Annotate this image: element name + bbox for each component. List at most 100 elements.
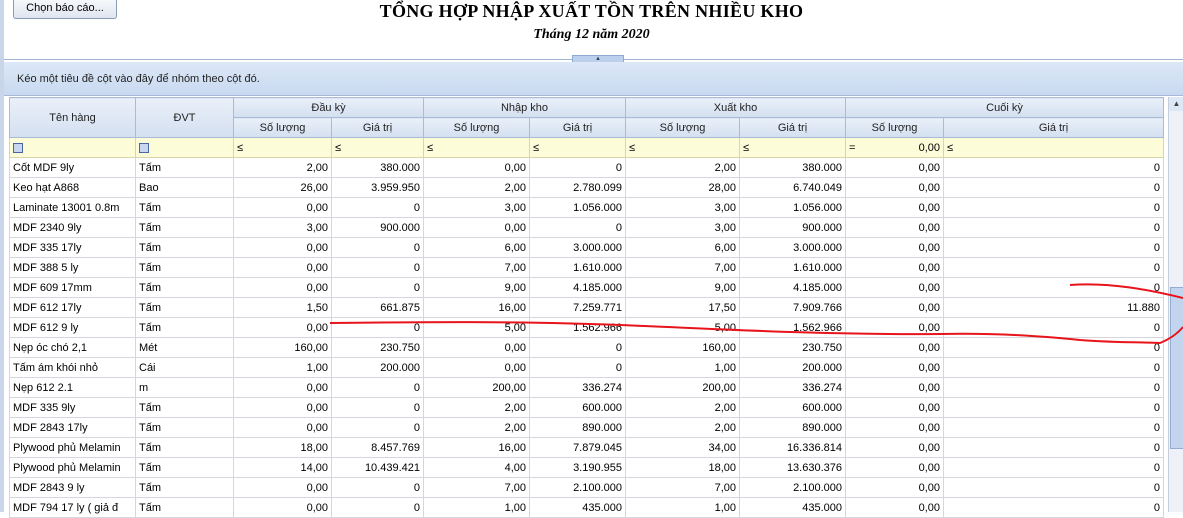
cell-ten-hang[interactable]: MDF 609 17mm: [9, 277, 136, 298]
table-row[interactable]: Nẹp 612 2.1 m 0,00 0 200,00 336.274 200,00 336.…: [9, 377, 1164, 398]
cell-dau-ky-so-luong[interactable]: 26,00: [233, 177, 332, 198]
cell-dau-ky-so-luong[interactable]: 14,00: [233, 457, 332, 478]
cell-xuat-kho-gia-tri[interactable]: 2.100.000: [739, 477, 846, 498]
cell-dau-ky-gia-tri[interactable]: 0: [331, 197, 424, 218]
filter-cell[interactable]: ≤: [739, 137, 846, 158]
cell-nhap-kho-gia-tri[interactable]: 0: [529, 157, 626, 178]
table-row[interactable]: Keo hạt A868 Bao 26,00 3.959.950 2,00 2.780.0…: [9, 177, 1164, 198]
cell-dau-ky-so-luong[interactable]: 0,00: [233, 477, 332, 498]
vertical-scrollbar[interactable]: ▲: [1168, 97, 1183, 512]
cell-xuat-kho-so-luong[interactable]: 3,00: [625, 217, 740, 238]
cell-nhap-kho-gia-tri[interactable]: 0: [529, 217, 626, 238]
cell-nhap-kho-so-luong[interactable]: 0,00: [423, 157, 530, 178]
cell-nhap-kho-gia-tri[interactable]: 435.000: [529, 497, 626, 518]
cell-xuat-kho-gia-tri[interactable]: 1.610.000: [739, 257, 846, 278]
cell-dau-ky-gia-tri[interactable]: 380.000: [331, 157, 424, 178]
table-row[interactable]: Laminate 13001 0.8m Tấm 0,00 0 3,00 1.056.000…: [9, 197, 1164, 218]
cell-cuoi-ky-gia-tri[interactable]: 0: [943, 377, 1164, 398]
cell-nhap-kho-gia-tri[interactable]: 0: [529, 357, 626, 378]
cell-xuat-kho-gia-tri[interactable]: 336.274: [739, 377, 846, 398]
cell-xuat-kho-gia-tri[interactable]: 435.000: [739, 497, 846, 518]
cell-nhap-kho-gia-tri[interactable]: 2.780.099: [529, 177, 626, 198]
col-header-ten-hang[interactable]: Tên hàng: [9, 97, 136, 138]
cell-cuoi-ky-gia-tri[interactable]: 0: [943, 457, 1164, 478]
cell-nhap-kho-gia-tri[interactable]: 1.610.000: [529, 257, 626, 278]
filter-cell[interactable]: ≤: [233, 137, 332, 158]
cell-cuoi-ky-gia-tri[interactable]: 0: [943, 417, 1164, 438]
filter-operator[interactable]: ≤: [533, 142, 539, 154]
filter-operator[interactable]: ≤: [743, 142, 749, 154]
cell-dau-ky-gia-tri[interactable]: 900.000: [331, 217, 424, 238]
cell-xuat-kho-so-luong[interactable]: 2,00: [625, 417, 740, 438]
col-header-gia-tri[interactable]: Giá trị: [739, 117, 846, 138]
table-row[interactable]: Plywood phủ Melamin Tấm 18,00 8.457.769 16,0…: [9, 437, 1164, 458]
filter-value[interactable]: 0,00: [919, 142, 940, 154]
col-header-so-luong[interactable]: Số lượng: [423, 117, 530, 138]
cell-nhap-kho-gia-tri[interactable]: 4.185.000: [529, 277, 626, 298]
cell-cuoi-ky-so-luong[interactable]: 0,00: [845, 497, 944, 518]
cell-dau-ky-gia-tri[interactable]: 0: [331, 497, 424, 518]
cell-dau-ky-gia-tri[interactable]: 0: [331, 317, 424, 338]
cell-ten-hang[interactable]: Tấm ám khói nhỏ: [9, 357, 136, 378]
cell-xuat-kho-so-luong[interactable]: 34,00: [625, 437, 740, 458]
col-header-so-luong[interactable]: Số lượng: [845, 117, 944, 138]
cell-xuat-kho-gia-tri[interactable]: 13.630.376: [739, 457, 846, 478]
cell-nhap-kho-gia-tri[interactable]: 0: [529, 337, 626, 358]
cell-dvt[interactable]: Bao: [135, 177, 234, 198]
cell-xuat-kho-gia-tri[interactable]: 230.750: [739, 337, 846, 358]
band-header-cuoi-ky[interactable]: Cuối kỳ: [845, 97, 1164, 118]
cell-cuoi-ky-gia-tri[interactable]: 0: [943, 217, 1164, 238]
cell-xuat-kho-so-luong[interactable]: 7,00: [625, 477, 740, 498]
cell-xuat-kho-so-luong[interactable]: 1,00: [625, 357, 740, 378]
cell-dau-ky-gia-tri[interactable]: 0: [331, 277, 424, 298]
filter-operator[interactable]: =: [849, 142, 855, 154]
cell-xuat-kho-gia-tri[interactable]: 7.909.766: [739, 297, 846, 318]
filter-operator[interactable]: ≤: [947, 142, 953, 154]
cell-cuoi-ky-gia-tri[interactable]: 0: [943, 197, 1164, 218]
cell-xuat-kho-so-luong[interactable]: 7,00: [625, 257, 740, 278]
table-row[interactable]: Tấm ám khói nhỏ Cái 1,00 200.000 0,00 0 1,00 20…: [9, 357, 1164, 378]
col-header-so-luong[interactable]: Số lượng: [233, 117, 332, 138]
cell-cuoi-ky-so-luong[interactable]: 0,00: [845, 477, 944, 498]
cell-nhap-kho-gia-tri[interactable]: 3.190.955: [529, 457, 626, 478]
cell-nhap-kho-gia-tri[interactable]: 1.562.966: [529, 317, 626, 338]
cell-cuoi-ky-gia-tri[interactable]: 0: [943, 257, 1164, 278]
cell-nhap-kho-so-luong[interactable]: 16,00: [423, 297, 530, 318]
cell-dau-ky-so-luong[interactable]: 2,00: [233, 157, 332, 178]
cell-cuoi-ky-gia-tri[interactable]: 0: [943, 237, 1164, 258]
table-row[interactable]: MDF 612 9 ly Tấm 0,00 0 5,00 1.562.966 5,00 1.5…: [9, 317, 1164, 338]
cell-nhap-kho-so-luong[interactable]: 2,00: [423, 397, 530, 418]
filter-operator[interactable]: ≤: [237, 142, 243, 154]
scroll-up-arrow-icon[interactable]: ▲: [1169, 97, 1183, 111]
cell-xuat-kho-so-luong[interactable]: 160,00: [625, 337, 740, 358]
cell-ten-hang[interactable]: MDF 794 17 ly ( giả đ: [9, 497, 136, 518]
cell-nhap-kho-gia-tri[interactable]: 7.259.771: [529, 297, 626, 318]
cell-dau-ky-so-luong[interactable]: 0,00: [233, 417, 332, 438]
table-row[interactable]: Cốt MDF 9ly Tấm 2,00 380.000 0,00 0 2,00 380.00…: [9, 157, 1164, 178]
cell-nhap-kho-so-luong[interactable]: 0,00: [423, 357, 530, 378]
cell-nhap-kho-so-luong[interactable]: 9,00: [423, 277, 530, 298]
cell-dvt[interactable]: Tấm: [135, 217, 234, 238]
cell-dau-ky-so-luong[interactable]: 0,00: [233, 237, 332, 258]
table-row[interactable]: MDF 2340 9ly Tấm 3,00 900.000 0,00 0 3,00 900.0…: [9, 217, 1164, 238]
cell-nhap-kho-gia-tri[interactable]: 600.000: [529, 397, 626, 418]
cell-dvt[interactable]: Tấm: [135, 437, 234, 458]
cell-dvt[interactable]: Tấm: [135, 397, 234, 418]
table-row[interactable]: MDF 335 9ly Tấm 0,00 0 2,00 600.000 2,00 600.00…: [9, 397, 1164, 418]
cell-dau-ky-so-luong[interactable]: 0,00: [233, 377, 332, 398]
cell-cuoi-ky-so-luong[interactable]: 0,00: [845, 217, 944, 238]
cell-cuoi-ky-gia-tri[interactable]: 0: [943, 337, 1164, 358]
cell-dau-ky-gia-tri[interactable]: 3.959.950: [331, 177, 424, 198]
cell-dau-ky-gia-tri[interactable]: 8.457.769: [331, 437, 424, 458]
cell-dau-ky-so-luong[interactable]: 1,00: [233, 357, 332, 378]
cell-dvt[interactable]: Tấm: [135, 477, 234, 498]
table-row[interactable]: MDF 794 17 ly ( giả đ Tấm 0,00 0 1,00 435.000…: [9, 497, 1164, 518]
filter-cell[interactable]: ≤: [423, 137, 530, 158]
cell-ten-hang[interactable]: Plywood phủ Melamin: [9, 457, 136, 478]
cell-nhap-kho-so-luong[interactable]: 4,00: [423, 457, 530, 478]
cell-cuoi-ky-so-luong[interactable]: 0,00: [845, 237, 944, 258]
cell-nhap-kho-so-luong[interactable]: 2,00: [423, 417, 530, 438]
cell-dvt[interactable]: Tấm: [135, 457, 234, 478]
col-header-dvt[interactable]: ĐVT: [135, 97, 234, 138]
cell-nhap-kho-gia-tri[interactable]: 1.056.000: [529, 197, 626, 218]
